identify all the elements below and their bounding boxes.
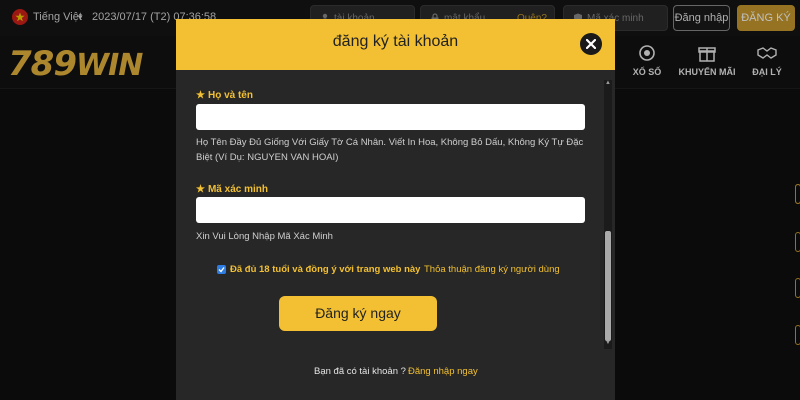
star-icon: ★ <box>196 90 205 101</box>
captcha-hint: Xin Vui Lòng Nhập Mã Xác Minh <box>196 231 333 242</box>
check-icon <box>218 267 225 273</box>
agree-text: Đã đủ 18 tuổi và đồng ý với trang web nà… <box>230 264 421 275</box>
register-now-button[interactable]: Đăng ký ngay <box>279 296 437 331</box>
register-modal: đăng ký tài khoản ★ Họ và tên Họ Tên Đầy … <box>176 19 615 400</box>
scrollbar-thumb[interactable] <box>605 231 611 341</box>
captcha-field[interactable] <box>196 197 585 223</box>
captcha-label: ★ Mã xác minh <box>196 184 268 195</box>
fullname-input[interactable] <box>196 104 585 130</box>
fullname-label: ★ Họ và tên <box>196 90 253 101</box>
agree-checkbox[interactable] <box>217 265 226 274</box>
modal-header: đăng ký tài khoản <box>176 19 615 70</box>
star-icon: ★ <box>196 184 205 195</box>
terms-link[interactable]: Thỏa thuận đăng ký người dùng <box>424 264 560 275</box>
fullname-hint: Họ Tên Đầy Đủ Giống Với Giấy Tờ Cá Nhân.… <box>196 137 584 163</box>
login-now-link[interactable]: Đăng nhập ngay <box>408 366 478 377</box>
close-button[interactable] <box>580 33 602 55</box>
have-account-text: Bạn đã có tài khoản ? <box>314 366 406 377</box>
captcha-label-text: Mã xác minh <box>207 184 268 195</box>
close-icon <box>586 39 596 49</box>
modal-title: đăng ký tài khoản <box>332 33 459 50</box>
scroll-down-arrow-icon[interactable]: ▼ <box>605 340 611 346</box>
scroll-up-arrow-icon[interactable]: ▲ <box>605 80 611 86</box>
fullname-label-text: Họ và tên <box>207 90 253 101</box>
